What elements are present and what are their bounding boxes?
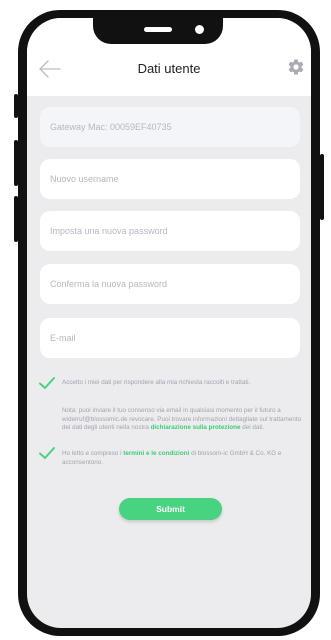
speaker-icon <box>144 27 172 32</box>
consent-note-end: dei dati. <box>240 424 265 432</box>
checkmark-icon[interactable] <box>38 376 56 390</box>
consent-text: Accetto i miei dati per rispondere alla … <box>62 379 251 386</box>
privacy-policy-link[interactable]: dichiarazione sulla protezione <box>151 424 241 431</box>
consent-note: Nota: puoi inviare il tuo consenso via e… <box>62 407 307 433</box>
page-title: Dati utente <box>137 61 201 76</box>
terms-link[interactable]: termini e le condizioni <box>123 450 189 457</box>
terms-text-start: Ho letto e compreso i <box>62 450 124 457</box>
confirm-password-field[interactable]: Conferma la nuova password <box>40 264 300 304</box>
gateway-mac-field: Gateway Mac: 00059EF40735 <box>40 107 300 147</box>
username-field[interactable]: Nuovo username <box>40 159 300 199</box>
email-field[interactable]: E-mail <box>40 318 300 358</box>
terms-text: Ho letto e compreso i termini e le condi… <box>62 450 302 467</box>
checkmark-icon[interactable] <box>38 446 56 460</box>
gear-icon[interactable] <box>287 58 305 76</box>
password-field[interactable]: Imposta una nuova password <box>40 211 300 251</box>
camera-icon <box>195 25 204 34</box>
phone-side-button-right <box>320 154 324 220</box>
submit-button[interactable]: Submit <box>119 498 222 520</box>
app-screen: Dati utente Gateway Mac: 00059EF40735 Nu… <box>27 18 311 628</box>
